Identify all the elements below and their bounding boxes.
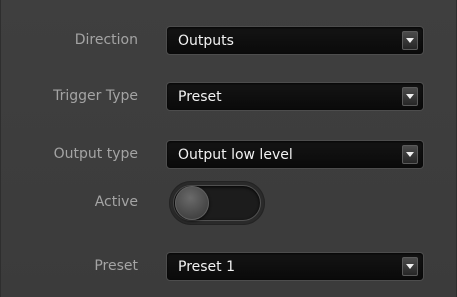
chevron-down-icon[interactable] (402, 31, 418, 50)
active-label: Active (94, 194, 138, 210)
direction-value: Outputs (178, 33, 234, 49)
direction-label: Direction (74, 32, 138, 48)
preset-label: Preset (94, 258, 138, 274)
active-toggle[interactable] (169, 181, 265, 225)
output-type-value: Output low level (178, 147, 293, 163)
output-type-label: Output type (53, 146, 138, 162)
trigger-type-select[interactable]: Preset (166, 82, 424, 111)
direction-row: Direction Outputs (1, 22, 457, 58)
preset-value: Preset 1 (178, 259, 236, 275)
active-toggle-knob[interactable] (175, 186, 209, 220)
output-type-row: Output type Output low level (1, 136, 457, 172)
trigger-type-value: Preset (178, 89, 222, 105)
output-type-select[interactable]: Output low level (166, 140, 424, 169)
preset-row: Preset Preset 1 (1, 248, 457, 284)
chevron-down-icon[interactable] (402, 257, 418, 276)
preset-select[interactable]: Preset 1 (166, 252, 424, 281)
active-row: Active (1, 181, 457, 225)
direction-select[interactable]: Outputs (166, 26, 424, 55)
trigger-type-label: Trigger Type (53, 88, 138, 104)
trigger-type-row: Trigger Type Preset (1, 78, 457, 114)
chevron-down-icon[interactable] (402, 145, 418, 164)
chevron-down-icon[interactable] (402, 87, 418, 106)
io-settings-panel: Direction Outputs Trigger Type Preset Ou… (0, 0, 457, 297)
